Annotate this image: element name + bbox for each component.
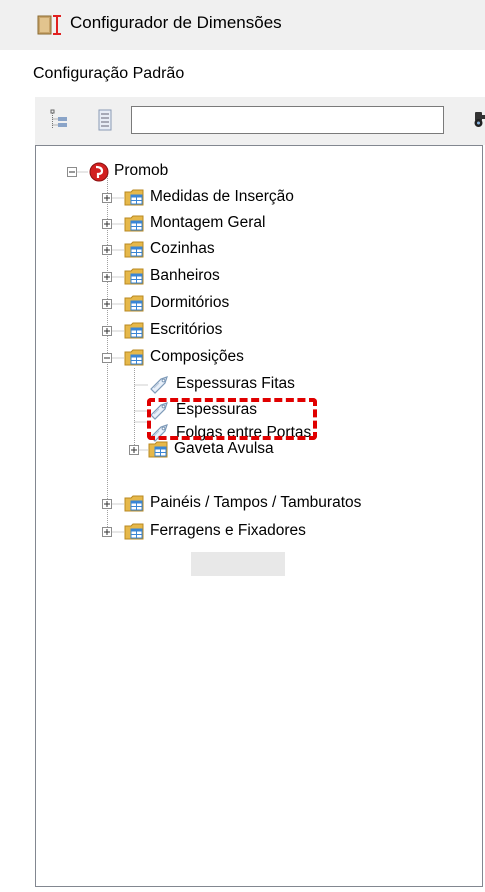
binoculars-icon[interactable] xyxy=(473,109,485,129)
tree-node-label: Composições xyxy=(150,348,244,365)
folder-table-icon xyxy=(124,241,144,258)
tree-node-label: Escritórios xyxy=(150,321,223,338)
tree-node-label: Banheiros xyxy=(150,267,220,284)
tree-node-label: Medidas de Inserção xyxy=(150,188,294,205)
collapse-all-icon[interactable] xyxy=(49,109,69,131)
promob-logo-icon xyxy=(89,162,109,182)
window-title: Configurador de Dimensões xyxy=(70,13,282,32)
tree-node-medidas-insercao[interactable]: Medidas de Inserção xyxy=(124,185,424,211)
tree-node-label: Cozinhas xyxy=(150,240,215,257)
folder-table-icon xyxy=(124,523,144,540)
tree-node-root[interactable]: Promob xyxy=(88,159,188,185)
folder-table-icon xyxy=(124,215,144,232)
expand-all-icon[interactable] xyxy=(95,109,115,131)
app-icon xyxy=(37,15,61,35)
tree-node-label: Gaveta Avulsa xyxy=(174,440,274,457)
tree-node-montagem-geral[interactable]: Montagem Geral xyxy=(124,211,424,237)
folder-table-icon xyxy=(124,495,144,512)
tree-node-gaveta-avulsa[interactable]: Gaveta Avulsa xyxy=(148,437,398,463)
tree-node-banheiros[interactable]: Banheiros xyxy=(124,264,424,290)
selection-highlight xyxy=(191,552,285,576)
tree-toolbar xyxy=(35,97,485,145)
tree-search-input[interactable] xyxy=(131,106,444,134)
tree-node-label: Ferragens e Fixadores xyxy=(150,522,306,539)
folder-table-icon xyxy=(124,295,144,312)
dimension-tree[interactable]: Promob Medidas de Inserção Montagem Gera… xyxy=(35,145,483,887)
tree-node-composicoes[interactable]: Composições xyxy=(124,345,424,371)
folder-table-icon xyxy=(124,322,144,339)
tree-node-paineis-tampos[interactable]: Painéis / Tampos / Tamburatos xyxy=(124,491,464,517)
red-dashed-highlight xyxy=(147,398,317,440)
tree-node-label: Painéis / Tampos / Tamburatos xyxy=(150,494,362,511)
window-titlebar: Configurador de Dimensões xyxy=(0,0,485,50)
tree-node-ferragens-fixadores[interactable]: Ferragens e Fixadores xyxy=(124,519,424,545)
folder-table-icon xyxy=(148,441,168,458)
tree-node-label: Montagem Geral xyxy=(150,214,266,231)
tree-node-label: Dormitórios xyxy=(150,294,230,311)
folder-table-icon xyxy=(124,349,144,366)
tree-node-dormitorios[interactable]: Dormitórios xyxy=(124,291,424,317)
tag-icon xyxy=(150,376,168,394)
folder-table-icon xyxy=(124,268,144,285)
configuration-label: Configuração Padrão xyxy=(33,65,185,82)
tree-node-espessuras-fitas[interactable]: Espessuras Fitas xyxy=(148,372,348,398)
tree-node-escritorios[interactable]: Escritórios xyxy=(124,318,424,344)
folder-table-icon xyxy=(124,189,144,206)
tree-node-cozinhas[interactable]: Cozinhas xyxy=(124,237,424,263)
tree-node-label: Promob xyxy=(114,162,169,179)
tree-node-label: Espessuras Fitas xyxy=(176,375,295,392)
